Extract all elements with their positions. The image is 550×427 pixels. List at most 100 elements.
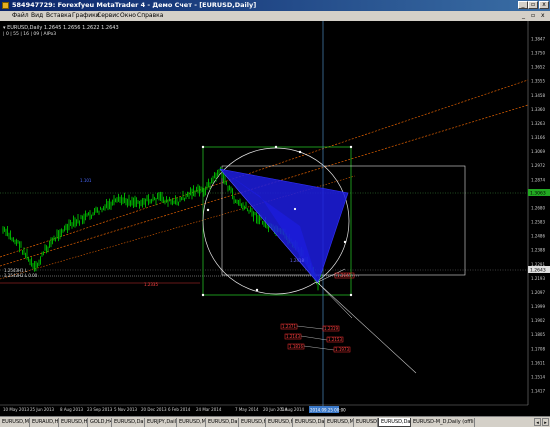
price-axis-label: 1.1417 [531,389,545,394]
price-axis-label: 1.3458 [531,93,545,98]
rect-handle[interactable] [201,145,205,149]
rect-handle[interactable] [274,145,278,149]
menu-window[interactable]: Окно [120,12,136,19]
chart-tab[interactable]: EURUSD,M15 [325,418,354,427]
rect-handle[interactable] [349,145,353,149]
doc-close-button[interactable]: x [541,12,545,19]
red-label-right-1: 1.2319 [324,326,338,331]
price-axis-label: 1.1999 [531,304,545,309]
price-axis-label: 1.2388 [531,248,545,253]
time-axis-label: 5 Nov 2013 [114,407,138,412]
red-label-left-2: 1.2143 [286,334,300,339]
circle-handle[interactable] [206,208,210,212]
price-axis-label: 1.3652 [531,65,545,70]
price-axis-label: 1.1708 [531,346,545,351]
menu-file[interactable]: Файл [12,12,29,19]
red-label-right-3: 1.1973 [335,347,349,352]
minimize-button[interactable]: _ [518,1,528,9]
chart-tab[interactable]: EURAUD,H4 [30,418,59,427]
menu-tools[interactable]: Сервис [97,12,119,19]
price-axis-label: 1.3069 [531,149,545,154]
chart-tab[interactable]: EURUSD,Daily [206,418,239,427]
chart-tab[interactable]: EURUSD,H1 [266,418,293,427]
circle-handle[interactable] [255,288,259,292]
chart-tab[interactable]: EURUSD,M5 [177,418,206,427]
chart-header-indicator: | 0 | 55 | 16 | 09 | AIPo3 [3,31,56,37]
red-level-label: 1.2335 [144,282,158,287]
price-axis-labels: 1.3847 1.3750 1.3652 1.3555 1.3458 1.3360 1.32… [531,37,545,394]
restore-button[interactable]: ▫ [528,1,538,9]
price-axis-label: 1.3360 [531,107,545,112]
doc-minimize-button[interactable]: _ [522,12,525,19]
price-chart[interactable]: ▾ EURUSD,Daily 1.2645 1.2656 1.2622 1.26… [0,21,550,416]
fib-level-label: 1.2418 [290,258,304,263]
time-axis-label: 10 May 2013 [3,407,30,412]
price-axis-label: 1.1514 [531,374,545,379]
chart-tab[interactable]: EURUSD,H1 [354,418,378,427]
time-axis-label: 24 Mar 2014 [196,407,222,412]
chart-tab[interactable]: EURJPY,Daily [145,418,177,427]
title-bar: 584947729: Forexfyeu MetaTrader 4 - Демо… [0,0,550,11]
chart-header-ohlc: ▾ EURUSD,Daily 1.2645 1.2656 1.2622 1.26… [3,25,119,31]
tab-next-button[interactable]: ▸ [542,418,549,426]
menu-bar: Файл Вид Вставка Графики Сервис Окно Спр… [0,11,550,21]
level-label-2: 1.2543H2 L 0.00 [4,273,38,278]
chart-tab[interactable]: EURUSD,Daily [293,418,325,427]
price-axis-label: 1.3166 [531,135,545,140]
time-axis-label: 7 May 2014 [235,407,259,412]
time-marker-text: 2014.09.25 00:00 [310,408,346,413]
green-price-marker-text: 1.3063 [530,191,546,197]
close-button[interactable]: x [539,1,549,9]
doc-restore-button[interactable]: ▫ [531,12,535,19]
window-title: 584947729: Forexfyeu MetaTrader 4 - Демо… [12,1,257,9]
time-axis-labels: 10 May 2013 25 Jun 2013 8 Aug 2013 23 Sep 2… [3,407,305,412]
red-label-right-2: 1.2153 [328,337,342,342]
rect-handle[interactable] [349,293,353,297]
price-axis-label: 1.2680 [531,206,545,211]
red-target-labels: 1.2645 1.2371 1.2143 1.1816 1.2319 1.215… [280,272,355,353]
price-axis-label: 1.2972 [531,163,545,168]
price-axis-label: 1.1611 [531,360,545,365]
channel-upper-line[interactable] [0,79,529,258]
red-side-label: 1.2645 [337,273,351,278]
price-axis-label: 1.2193 [531,276,545,281]
price-axis-label: 1.2874 [531,177,545,182]
price-axis-label: 1.2486 [531,234,545,239]
chart-tab[interactable]: GOLD,H4 [88,418,112,427]
menu-view[interactable]: Вид [31,12,43,19]
metatrader-app-icon [2,2,9,9]
time-axis-label: 5 Aug 2014 [281,407,305,412]
chart-window[interactable]: ▾ EURUSD,Daily 1.2645 1.2656 1.2622 1.26… [0,21,550,416]
time-axis-label: 23 Sep 2013 [87,407,113,412]
chart-tabs-bar: ◂ ▸ EURUSD,M15EURAUD,H4EURUSD,H4GOLD,H4E… [0,416,550,427]
current-price-marker-text: 1.2643 [530,268,546,274]
circle-handle[interactable] [343,240,347,244]
price-axis-label: 1.1902 [531,318,545,323]
red-label-left-3: 1.1816 [289,344,303,349]
circle-handle[interactable] [298,150,302,154]
time-axis-label: 6 Feb 2014 [168,407,191,412]
price-axis-label: 1.3847 [531,37,545,42]
trend-line-label: 1.101 [80,178,92,183]
chart-tab[interactable]: EURUSD,Daily [378,418,411,427]
time-axis-label: 8 Aug 2013 [60,407,84,412]
price-axis-label: 1.1805 [531,332,545,337]
price-axis-label: 1.2097 [531,290,545,295]
chart-tab[interactable]: EURUSD-M_D,Daily (offline) [411,418,475,427]
price-axis-label: 1.2583 [531,220,545,225]
pattern-center-point[interactable] [293,207,297,211]
price-axis-label: 1.3263 [531,121,545,126]
menu-help[interactable]: Справка [137,12,163,19]
price-axis-label: 1.3555 [531,79,545,84]
chart-tab[interactable]: EURUSD,M15 [0,418,30,427]
price-axis-label: 1.3750 [531,51,545,56]
chart-tab[interactable]: EURUSD,Daily [112,418,145,427]
menu-insert[interactable]: Вставка [46,12,71,19]
time-axis-label: 20 Dec 2013 [141,407,167,412]
rect-handle[interactable] [201,293,205,297]
menu-charts[interactable]: Графики [72,12,100,19]
time-axis-label: 25 Jun 2013 [30,407,55,412]
tab-prev-button[interactable]: ◂ [534,418,541,426]
chart-tab[interactable]: EURUSD,H4 [59,418,88,427]
chart-tab[interactable]: EURUSD,H1 [239,418,266,427]
